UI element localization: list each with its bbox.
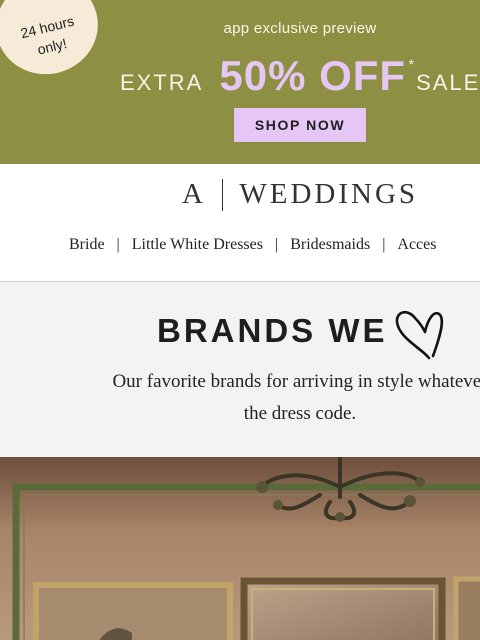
heart-icon bbox=[395, 310, 444, 360]
site-header: A WEDDINGS Bride | Little White Dresses | Br… bbox=[0, 164, 480, 282]
brands-title: BRANDS WE bbox=[157, 312, 388, 349]
promo-asterisk: * bbox=[408, 56, 416, 72]
nav-separator: | bbox=[116, 236, 120, 253]
limited-time-badge: 24 hours only! bbox=[0, 0, 109, 85]
promo-sale: SALE bbox=[416, 70, 480, 95]
promo-banner[interactable]: 24 hours only! app exclusive preview EXT… bbox=[0, 0, 480, 164]
promo-headline: EXTRA 50% OFF * SALE bbox=[120, 52, 480, 100]
hero-photo[interactable] bbox=[0, 457, 480, 640]
promo-discount: 50% OFF * bbox=[219, 52, 414, 100]
logo-word: WEDDINGS bbox=[239, 178, 419, 210]
promo-kicker: app exclusive preview bbox=[223, 20, 377, 37]
category-nav: Bride | Little White Dresses | Bridesmaids | A… bbox=[69, 236, 436, 254]
promo-discount-text: 50% OFF bbox=[219, 52, 407, 99]
interior-illustration bbox=[0, 457, 480, 640]
nav-item-bridesmaids[interactable]: Bridesmaids bbox=[290, 236, 370, 253]
logo-letter: A bbox=[181, 178, 206, 210]
nav-separator: | bbox=[274, 236, 279, 253]
logo-divider bbox=[221, 178, 224, 211]
promo-extra: EXTRA bbox=[120, 70, 204, 95]
brands-section: BRANDS WE Our favorite brands for arrivi… bbox=[0, 282, 480, 457]
nav-item-little-white-dresses[interactable]: Little White Dresses bbox=[132, 236, 263, 253]
weddings-logo[interactable]: A WEDDINGS bbox=[0, 178, 480, 211]
brands-description: Our favorite brands for arriving in styl… bbox=[112, 371, 480, 424]
nav-separator: | bbox=[382, 236, 386, 253]
nav-item-bride[interactable]: Bride bbox=[69, 236, 105, 253]
shop-now-button[interactable]: SHOP NOW bbox=[234, 108, 366, 142]
nav-item-accessories[interactable]: Acces bbox=[397, 236, 436, 253]
